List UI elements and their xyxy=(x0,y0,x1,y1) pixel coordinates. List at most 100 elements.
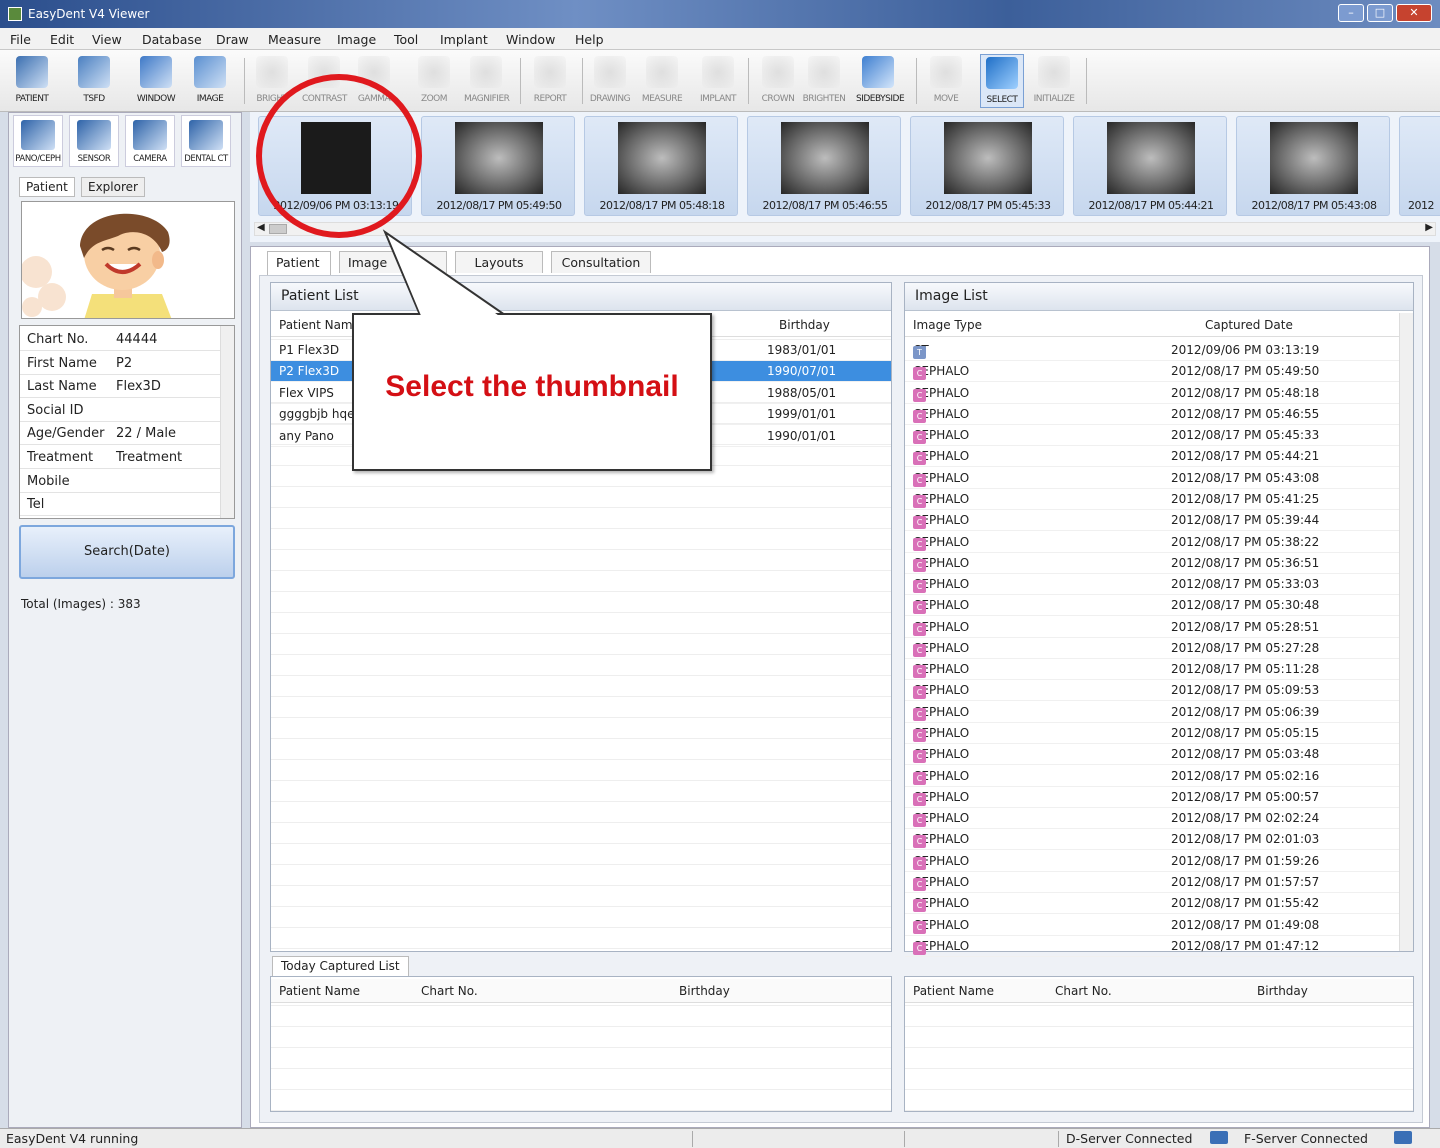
initialize-tool-button[interactable]: INITIALIZE xyxy=(1032,54,1076,108)
col-rb-chart-no[interactable]: Chart No. xyxy=(1055,984,1112,998)
menu-item-measure[interactable]: Measure xyxy=(268,32,321,47)
info-key: Treatment xyxy=(27,450,94,465)
image-row[interactable]: C CEPHALO 2012/08/17 PM 05:49:50 xyxy=(905,361,1399,383)
tab-explorer[interactable]: Explorer xyxy=(81,177,145,197)
close-icon[interactable]: ✕ xyxy=(1396,4,1432,22)
image-row[interactable]: C CEPHALO 2012/08/17 PM 01:57:57 xyxy=(905,872,1399,893)
tsfd-tool-button[interactable]: TSFD xyxy=(72,54,116,108)
image-row[interactable]: C CEPHALO 2012/08/17 PM 01:55:42 xyxy=(905,893,1399,915)
move-tool-button[interactable]: MOVE xyxy=(924,54,968,108)
image-row[interactable]: C CEPHALO 2012/08/17 PM 05:36:51 xyxy=(905,553,1399,574)
drawing-tool-button[interactable]: DRAWING xyxy=(588,54,632,108)
select-tool-button[interactable]: SELECT xyxy=(980,54,1024,108)
crown-tool-button[interactable]: CROWN xyxy=(756,54,800,108)
image-row[interactable]: C CEPHALO 2012/08/17 PM 05:38:22 xyxy=(905,532,1399,553)
col-today-patient-name[interactable]: Patient Name xyxy=(279,984,360,998)
image-row[interactable]: C CEPHALO 2012/08/17 PM 05:48:18 xyxy=(905,383,1399,404)
image-thumbnail[interactable]: 2012/08/17 PM 05:49:50 xyxy=(421,116,575,216)
image-row[interactable]: C CEPHALO 2012/08/17 PM 05:46:55 xyxy=(905,404,1399,425)
cephalo-type-icon: C xyxy=(913,622,926,636)
image-thumbnail[interactable]: 2012/08/17 PM 05:43:08 xyxy=(1236,116,1390,216)
report-tool-button[interactable]: REPORT xyxy=(528,54,572,108)
image-row[interactable]: C CEPHALO 2012/08/17 PM 02:02:24 xyxy=(905,808,1399,830)
maximize-icon[interactable]: □ xyxy=(1367,4,1393,22)
image-row[interactable]: C CEPHALO 2012/08/17 PM 05:41:25 xyxy=(905,489,1399,510)
zoom-tool-button[interactable]: ZOOM xyxy=(412,54,456,108)
image-row[interactable]: C CEPHALO 2012/08/17 PM 05:06:39 xyxy=(905,702,1399,723)
image-row[interactable]: C CEPHALO 2012/08/17 PM 05:05:15 xyxy=(905,723,1399,745)
info-scrollbar[interactable] xyxy=(220,326,234,518)
captured-date-cell: 2012/08/17 PM 05:44:21 xyxy=(1171,449,1320,464)
magnifier-tool-button[interactable]: MAGNIFIER xyxy=(464,54,510,108)
image-row[interactable]: C CEPHALO 2012/08/17 PM 05:44:21 xyxy=(905,446,1399,468)
image-row[interactable]: C CEPHALO 2012/08/17 PM 05:03:48 xyxy=(905,744,1399,766)
col-today-chart-no[interactable]: Chart No. xyxy=(421,984,478,998)
menu-item-image[interactable]: Image xyxy=(337,32,376,47)
menu-item-file[interactable]: File xyxy=(10,32,31,47)
tab-patient[interactable]: Patient xyxy=(267,251,331,275)
image-row[interactable]: C CEPHALO 2012/08/17 PM 01:49:08 xyxy=(905,915,1399,936)
image-row[interactable]: C CEPHALO 2012/08/17 PM 05:28:51 xyxy=(905,617,1399,638)
implant-tool-button[interactable]: IMPLANT xyxy=(696,54,740,108)
thumbnail-scrollbar[interactable]: ◀ ▶ xyxy=(254,222,1436,236)
image-row[interactable]: TCT 2012/09/06 PM 03:13:19 xyxy=(905,340,1399,361)
image-row[interactable]: C CEPHALO 2012/08/17 PM 05:30:48 xyxy=(905,595,1399,617)
image-row[interactable]: C CEPHALO 2012/08/17 PM 01:59:26 xyxy=(905,851,1399,872)
image-thumbnail[interactable]: 2012/08/17 PM 05:45:33 xyxy=(910,116,1064,216)
scroll-thumb[interactable] xyxy=(269,224,287,234)
image-row[interactable]: C CEPHALO 2012/08/17 PM 05:00:57 xyxy=(905,787,1399,808)
image-row[interactable]: C CEPHALO 2012/08/17 PM 05:02:16 xyxy=(905,766,1399,787)
image-row[interactable]: C CEPHALO 2012/08/17 PM 05:09:53 xyxy=(905,680,1399,702)
image-thumbnail[interactable]: 2012/08/17 PM 05:46:55 xyxy=(747,116,901,216)
search-date-button[interactable]: Search(Date) xyxy=(19,525,235,579)
scroll-left-icon[interactable]: ◀ xyxy=(257,222,265,233)
dental-ct-button[interactable]: DENTAL CT xyxy=(181,115,231,167)
minimize-icon[interactable]: – xyxy=(1338,4,1364,22)
scroll-right-icon[interactable]: ▶ xyxy=(1425,222,1433,233)
image-row[interactable]: C CEPHALO 2012/08/17 PM 05:27:28 xyxy=(905,638,1399,659)
col-captured-date[interactable]: Captured Date xyxy=(1205,318,1293,332)
image-row[interactable]: C CEPHALO 2012/08/17 PM 05:45:33 xyxy=(905,425,1399,447)
col-rb-patient-name[interactable]: Patient Name xyxy=(913,984,994,998)
measure-tool-button[interactable]: MEASURE xyxy=(640,54,684,108)
image-row[interactable]: C CEPHALO 2012/08/17 PM 01:47:12 xyxy=(905,936,1399,957)
menu-item-window[interactable]: Window xyxy=(506,32,555,47)
menu-item-view[interactable]: View xyxy=(92,32,122,47)
window-tool-button[interactable]: WINDOW xyxy=(134,54,178,108)
tab-consultation[interactable]: Consultation xyxy=(551,251,651,273)
image-thumbnail[interactable]: 2012 xyxy=(1399,116,1440,216)
patient-tool-button[interactable]: PATIENT xyxy=(10,54,54,108)
col-today-birthday[interactable]: Birthday xyxy=(679,984,730,998)
col-image-type[interactable]: Image Type xyxy=(913,318,982,332)
image-row[interactable]: C CEPHALO 2012/08/17 PM 05:39:44 xyxy=(905,510,1399,532)
sidebyside-tool-button[interactable]: SIDEBYSIDE xyxy=(856,54,905,108)
menu-item-implant[interactable]: Implant xyxy=(440,32,488,47)
image-row[interactable]: C CEPHALO 2012/08/17 PM 02:01:03 xyxy=(905,829,1399,851)
col-birthday[interactable]: Birthday xyxy=(779,318,830,332)
image-thumbnail[interactable]: 2012/08/17 PM 05:48:18 xyxy=(584,116,738,216)
tab-layouts[interactable]: Layouts xyxy=(455,251,543,273)
thumbnail-caption: 2012/08/17 PM 05:45:33 xyxy=(925,199,1051,212)
col-patient-name[interactable]: Patient Name xyxy=(279,318,360,332)
pano-ceph-button[interactable]: PANO/CEPH xyxy=(13,115,63,167)
image-row[interactable]: C CEPHALO 2012/08/17 PM 05:43:08 xyxy=(905,468,1399,489)
tab-patient-left[interactable]: Patient xyxy=(19,177,75,197)
image-row[interactable]: C CEPHALO 2012/08/17 PM 05:33:03 xyxy=(905,574,1399,596)
sensor-button[interactable]: SENSOR xyxy=(69,115,119,167)
brighten-tool-button[interactable]: BRIGHTEN xyxy=(802,54,846,108)
tab-image[interactable]: Image xyxy=(339,251,447,273)
image-thumbnail[interactable]: 2012/08/17 PM 05:44:21 xyxy=(1073,116,1227,216)
menu-item-help[interactable]: Help xyxy=(575,32,604,47)
menu-item-database[interactable]: Database xyxy=(142,32,202,47)
image-row[interactable]: C CEPHALO 2012/08/17 PM 05:11:28 xyxy=(905,659,1399,681)
menu-item-edit[interactable]: Edit xyxy=(50,32,74,47)
menu-item-tool[interactable]: Tool xyxy=(394,32,418,47)
image-list-scrollbar[interactable] xyxy=(1399,313,1413,951)
camera-button[interactable]: CAMERA xyxy=(125,115,175,167)
tab-today-captured[interactable]: Today Captured List xyxy=(272,956,409,976)
captured-date-cell: 2012/08/17 PM 05:03:48 xyxy=(1171,747,1320,762)
image-tool-button[interactable]: IMAGE xyxy=(188,54,232,108)
col-rb-birthday[interactable]: Birthday xyxy=(1257,984,1308,998)
menu-item-draw[interactable]: Draw xyxy=(216,32,249,47)
cephalo-type-icon: C xyxy=(913,537,926,551)
